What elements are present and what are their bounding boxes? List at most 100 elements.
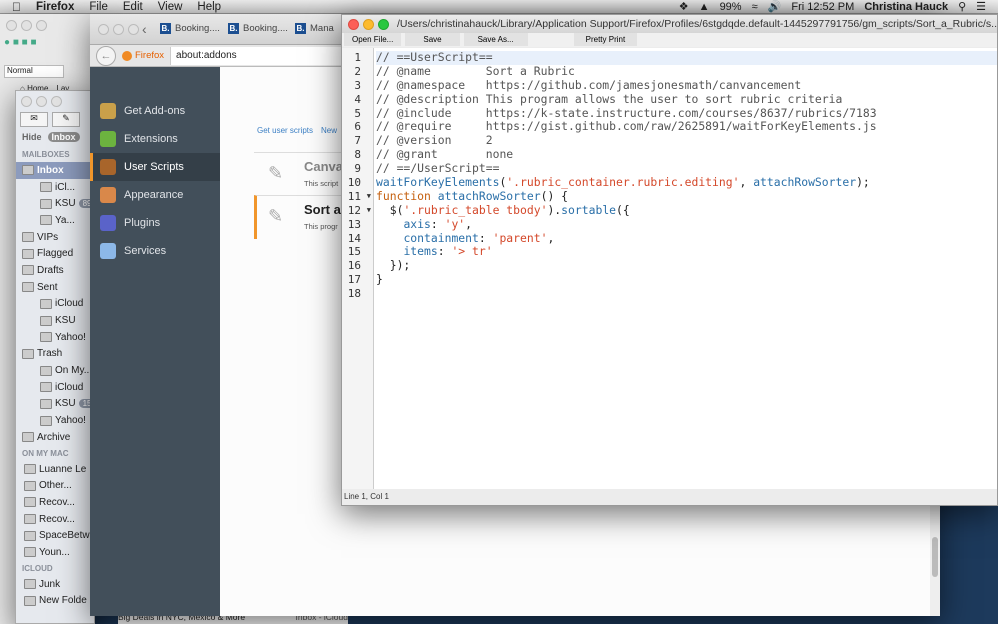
sidebar-item-get-add-ons[interactable]: Get Add-ons [90,97,220,125]
code-line[interactable]: axis: 'y', [376,216,997,232]
dropbox-icon[interactable]: ❖ [679,0,689,13]
code-line[interactable]: containment: 'parent', [376,231,997,246]
sidebar-item-services[interactable]: Services [90,237,220,265]
code-token: // @include https://k-state.instructure.… [376,105,877,120]
mailbox-item[interactable]: Yahoo! [16,329,94,346]
code-line[interactable]: function attachRowSorter() { [376,189,997,204]
folder-item[interactable]: Luanne Le [16,461,94,478]
code-lines[interactable]: // ==UserScript==// @name Sort a Rubric /… [376,50,997,301]
folder-label: Other... [39,480,72,492]
window-controls[interactable] [16,91,94,112]
mailbox-item[interactable]: Yahoo! [16,412,94,429]
window-controls[interactable] [0,14,95,37]
mailbox-item[interactable]: Drafts [16,262,94,279]
identity-box[interactable]: Firefox [122,50,164,61]
mailbox-item[interactable]: Inbox [16,162,94,179]
code-line[interactable]: } [376,272,997,287]
code-line[interactable]: // ==UserScript== [376,50,997,65]
pretty-print-button[interactable]: Pretty Print [573,33,638,46]
volume-icon[interactable]: 🔊 [768,0,782,13]
spotlight-icon[interactable]: ⚲ [958,0,966,13]
compose-icon[interactable]: ✎ [52,112,80,127]
fold-arrow-icon[interactable]: ▼ [367,190,371,204]
code-line[interactable]: // @description This program allows the … [376,92,997,107]
mailbox-item[interactable]: KSU 15 [16,396,94,413]
mailbox-list: Inbox iCl... KSU 89 Ya... VIPs Flagged Drafts Se… [16,162,94,446]
folder-item[interactable]: Recov... [16,511,94,528]
tab-booking-2[interactable]: B. Booking.... [228,23,288,34]
save-as-button[interactable]: Save As... [463,33,528,46]
get-user-scripts-link[interactable]: Get user scripts [257,126,313,135]
code-line[interactable]: items: '> tr' [376,245,997,259]
wifi-icon[interactable]: ≈ [752,1,758,13]
code-line[interactable]: // @include https://k-state.instructure.… [376,105,997,121]
tab-manage[interactable]: B. Mana [295,23,334,34]
mailbox-label: KSU [55,315,76,327]
apple-menu-icon[interactable]:  [12,0,21,14]
mailbox-icon [40,415,52,426]
code-line[interactable]: // @require https://gist.github.com/raw/… [376,120,997,134]
mailbox-item[interactable]: VIPs [16,229,94,246]
mailbox-item[interactable]: On My... [16,362,94,379]
code-line[interactable]: }); [376,258,997,273]
mailbox-item[interactable]: KSU 89 [16,195,94,212]
code-editor[interactable]: 1 2 3 4 5 6 7 8 9 10 11 ▼ 12 ▼ 13 14 15 16 17 18 // ==UserS… [342,48,997,491]
new-script-link[interactable]: New [321,126,337,135]
code-line[interactable]: // @namespace https://github.com/jamesjo… [376,78,997,93]
fold-arrow-icon[interactable]: ▼ [367,204,371,218]
menu-edit[interactable]: Edit [123,1,143,13]
drive-icon[interactable]: ▲ [699,1,710,13]
style-select[interactable]: Normal [4,65,64,78]
open-file-button[interactable]: Open File... [344,33,402,46]
code-token: axis [403,216,431,231]
user-name[interactable]: Christina Hauck [864,1,948,13]
menu-help[interactable]: Help [197,1,221,13]
battery-status[interactable]: 99% [720,1,742,13]
mailbox-item[interactable]: Archive [16,429,94,446]
code-token: waitForKeyElements [376,175,500,190]
sidebar-item-plugins[interactable]: Plugins [90,209,220,237]
get-mail-icon[interactable]: ✉ [20,112,48,127]
hide-button[interactable]: Hide [22,132,42,142]
code-line[interactable]: // ==/UserScript== [376,161,997,176]
tab-booking-1[interactable]: B. Booking.... [160,23,220,34]
window-controls[interactable] [348,18,389,30]
mailbox-item[interactable]: Ya... [16,212,94,229]
mailbox-item[interactable]: Flagged [16,245,94,262]
script-item[interactable]: ✎ Canva This script [254,152,354,196]
sidebar-item-user-scripts[interactable]: User Scripts [90,153,220,181]
sidebar-item-extensions[interactable]: Extensions [90,125,220,153]
code-line[interactable]: // @grant none [376,147,997,162]
mailbox-item[interactable]: iCloud [16,379,94,396]
mailbox-item[interactable]: Trash [16,346,94,363]
folder-item[interactable]: Junk [16,576,94,593]
menu-file[interactable]: File [89,1,108,13]
back-button[interactable]: ← [96,45,116,66]
inbox-favorite[interactable]: Inbox [47,132,80,142]
code-line[interactable]: $('.rubric_table tbody').sortable({ [376,203,997,218]
tab-scroll-left-icon[interactable]: ‹ [142,21,147,37]
notification-center-icon[interactable]: ☰ [976,0,986,13]
folder-item[interactable]: Youn... [16,544,94,561]
folder-item[interactable]: Recov... [16,494,94,511]
window-controls[interactable] [98,24,139,35]
clock[interactable]: Fri 12:52 PM [791,1,854,13]
code-line[interactable]: // @version 2 [376,133,997,148]
folder-item[interactable]: SpaceBetw [16,527,94,544]
code-line[interactable] [376,287,997,301]
menu-app[interactable]: Firefox [36,1,74,13]
folder-item[interactable]: New Folde [16,593,94,610]
code-line[interactable]: // @name Sort a Rubric [376,64,997,79]
mailbox-icon [22,265,34,276]
save-button[interactable]: Save [405,33,460,46]
sidebar-item-appearance[interactable]: Appearance [90,181,220,209]
mailbox-item[interactable]: iCloud [16,296,94,313]
line-number: 18 [347,287,361,301]
mailbox-item[interactable]: iCl... [16,179,94,196]
mailbox-item[interactable]: Sent [16,279,94,296]
script-item-selected[interactable]: ✎ Sort a This progr [254,195,354,239]
menu-view[interactable]: View [158,1,183,13]
mailbox-item[interactable]: KSU [16,312,94,329]
code-line[interactable]: waitForKeyElements('.rubric_container.ru… [376,175,997,190]
folder-item[interactable]: Other... [16,477,94,494]
